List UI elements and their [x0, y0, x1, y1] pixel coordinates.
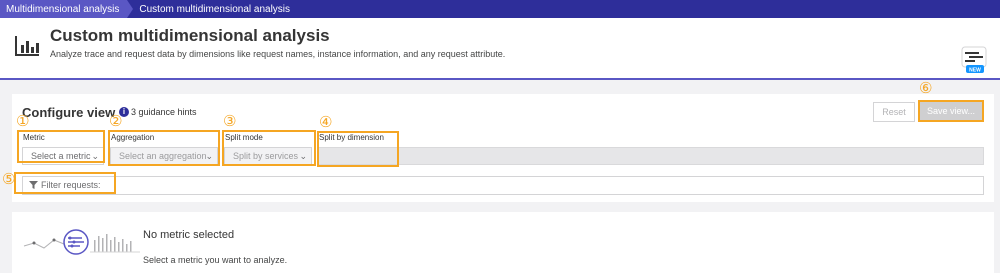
filter-requests-input[interactable]: Filter requests: — [22, 176, 984, 195]
split-mode-select[interactable]: Split by services ⌄ — [224, 147, 312, 165]
split-dimension-label: Split by dimension — [319, 133, 384, 142]
chevron-down-icon: ⌄ — [299, 151, 307, 161]
metric-select-value: Select a metric — [31, 151, 91, 161]
annotation-number-6: ⑥ — [919, 79, 933, 97]
split-dimension-input[interactable] — [318, 147, 984, 165]
annotation-number-2: ② — [109, 112, 123, 130]
chevron-down-icon: ⌄ — [205, 151, 213, 161]
empty-state-text: Select a metric you want to analyze. — [143, 255, 288, 265]
metric-select[interactable]: Select a metric ⌄ — [22, 147, 104, 165]
new-feature-icon[interactable]: NEW — [961, 46, 987, 74]
page-title: Custom multidimensional analysis — [50, 26, 330, 45]
split-mode-select-value: Split by services — [233, 151, 299, 161]
page-subtitle: Analyze trace and request data by dimens… — [50, 49, 506, 59]
empty-state-panel: No metric selected Select a metric you w… — [12, 212, 994, 273]
annotation-number-4: ④ — [319, 113, 333, 131]
breadcrumb-item-custom-analysis[interactable]: Custom multidimensional analysis — [127, 0, 296, 18]
configure-view-panel: Configure view i 3 guidance hints Reset … — [12, 94, 994, 202]
empty-state-title: No metric selected — [143, 229, 235, 241]
filter-requests-placeholder: Filter requests: — [41, 180, 101, 190]
split-mode-label: Split mode — [225, 133, 263, 142]
page-header: Custom multidimensional analysis Analyze… — [0, 18, 1000, 80]
configure-view-title: Configure view — [22, 105, 116, 120]
chart-illustration-icon — [23, 229, 140, 255]
breadcrumb: Multidimensional analysis Custom multidi… — [0, 0, 1000, 18]
new-badge: NEW — [969, 68, 981, 74]
aggregation-label: Aggregation — [111, 133, 155, 142]
reset-button[interactable]: Reset — [873, 102, 915, 122]
guidance-hints-link[interactable]: 3 guidance hints — [131, 107, 197, 117]
annotation-number-1: ① — [16, 112, 30, 130]
annotation-number-3: ③ — [223, 112, 237, 130]
save-view-button[interactable]: Save view... — [918, 100, 984, 122]
chevron-down-icon: ⌄ — [91, 151, 99, 161]
annotation-number-5: ⑤ — [2, 170, 16, 188]
aggregation-select[interactable]: Select an aggregation ⌄ — [110, 147, 218, 165]
aggregation-select-value: Select an aggregation — [119, 151, 207, 161]
breadcrumb-item-multidimensional-analysis[interactable]: Multidimensional analysis — [0, 0, 134, 18]
filter-icon — [29, 181, 38, 189]
bar-chart-icon — [15, 36, 39, 56]
metric-label: Metric — [23, 133, 45, 142]
